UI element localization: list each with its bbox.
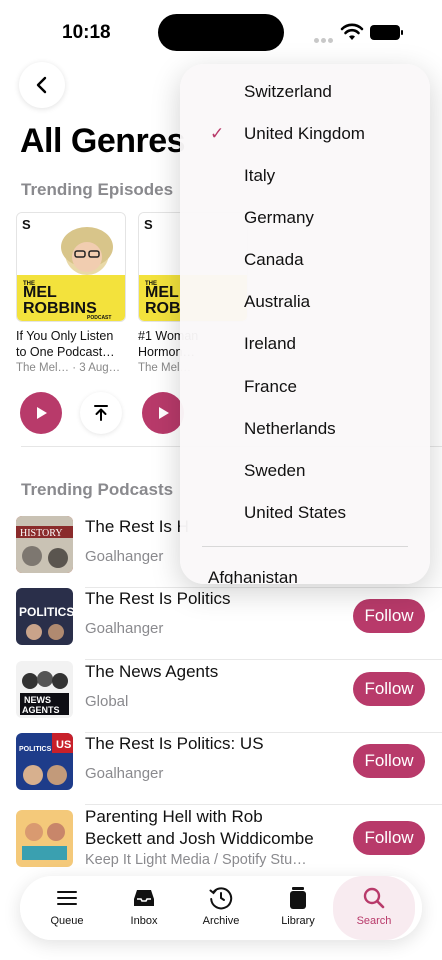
svg-text:POLITICS: POLITICS [19,746,52,753]
follow-button[interactable]: Follow [353,744,425,778]
menu-item-switzerland[interactable]: Switzerland [180,72,430,114]
podcast-publisher: Goalhanger [85,765,164,782]
podcast-artwork: US POLITICS [16,733,73,790]
episode-title: If You Only Listen to One Podcast… [16,329,115,359]
menu-item-afghanistan[interactable]: Afghanistan [208,568,298,584]
follow-button[interactable]: Follow [353,599,425,633]
tab-library[interactable]: Library [263,876,333,940]
country-menu[interactable]: Switzerland ✓ United Kingdom Italy Germa… [180,64,430,584]
play-button[interactable] [20,392,62,434]
podcast-title: The Rest Is Politics: US [85,734,264,753]
back-button[interactable] [19,62,65,108]
page-title: All Genres [20,122,186,160]
episode-meta: The Mel… · 3 Aug… [16,362,121,374]
tab-search[interactable]: Search [333,876,415,940]
follow-button[interactable]: Follow [353,821,425,855]
menu-item-australia[interactable]: Australia [180,282,430,324]
podcast-row[interactable]: Parenting Hell with Rob Beckett and Josh… [16,806,442,876]
episode-card[interactable]: S THE MEL ROBBINS PODCAST If You Only Li… [16,212,126,374]
battery-icon [370,25,403,40]
svg-text:NEWS: NEWS [24,695,51,705]
svg-text:POLITICS: POLITICS [19,605,73,619]
svg-text:AGENTS: AGENTS [22,705,60,715]
svg-text:ROBBINS: ROBBINS [23,300,97,317]
podcast-artwork: NEWS AGENTS [16,661,73,718]
row-separator [85,804,442,805]
menu-item-united-kingdom[interactable]: ✓ United Kingdom [180,114,430,156]
search-icon [363,887,385,909]
cellular-signal-icon [314,30,335,48]
podcast-publisher: Goalhanger [85,548,164,565]
arrow-up-to-line-icon [94,405,108,421]
queue-icon [57,891,77,905]
svg-text:MEL: MEL [145,284,179,301]
menu-item-france[interactable]: France [180,367,430,409]
play-next-button[interactable] [80,392,122,434]
menu-item-canada[interactable]: Canada [180,240,430,282]
menu-item-ireland[interactable]: Ireland [180,324,430,366]
svg-text:MEL: MEL [23,284,57,301]
svg-text:PODCAST: PODCAST [87,315,111,321]
tab-inbox[interactable]: Inbox [109,876,179,940]
status-bar: 10:18 [0,0,442,64]
svg-text:HISTORY: HISTORY [20,528,63,539]
menu-item-italy[interactable]: Italy [180,156,430,198]
podcast-artwork [16,810,73,867]
menu-item-united-states[interactable]: United States [180,493,430,535]
podcast-title: The News Agents [85,662,219,681]
follow-button[interactable]: Follow [353,672,425,706]
podcast-title: The Rest Is Politics [85,589,231,608]
svg-text:US: US [56,739,71,751]
svg-text:S: S [144,217,153,232]
row-separator [85,659,442,660]
status-time: 10:18 [62,22,111,43]
podcast-publisher: Global [85,693,129,710]
menu-item-sweden[interactable]: Sweden [180,451,430,493]
podcast-row[interactable]: US POLITICS The Rest Is Politics: US Goa… [16,733,442,805]
archive-icon [209,887,233,910]
menu-separator [202,546,408,547]
trending-podcasts-heading: Trending Podcasts [21,480,174,499]
podcast-title: The Rest Is H [85,517,189,536]
tab-bar: Queue Inbox Archive Library Search [20,876,422,940]
menu-item-netherlands[interactable]: Netherlands [180,409,430,451]
checkmark-icon: ✓ [210,124,225,143]
tab-queue[interactable]: Queue [32,876,102,940]
svg-text:ROB: ROB [145,300,181,317]
podcast-artwork: POLITICS [16,588,73,645]
play-icon [159,407,169,419]
play-button[interactable] [142,392,184,434]
dynamic-island [158,14,284,51]
trending-episodes-heading: Trending Episodes [21,180,174,199]
tab-archive[interactable]: Archive [186,876,256,940]
play-icon [37,407,47,419]
library-icon [290,887,306,909]
podcast-title-line-2: Beckett and Josh Widdicombe [85,829,314,848]
menu-item-germany[interactable]: Germany [180,198,430,240]
inbox-icon [134,890,154,906]
wifi-icon [340,23,364,40]
podcast-publisher: Goalhanger [85,620,164,637]
podcast-artwork: HISTORY [16,516,73,573]
chevron-left-icon [36,76,47,94]
episode-artwork: S THE MEL ROBBINS PODCAST [16,212,126,322]
podcast-row[interactable]: NEWS AGENTS The News Agents Global Follo… [16,661,442,733]
podcast-row[interactable]: POLITICS The Rest Is Politics Goalhanger… [16,588,442,660]
podcast-title-line-1: Parenting Hell with Rob [85,807,263,826]
podcast-publisher: Keep It Light Media / Spotify Stu… [85,852,307,868]
svg-text:S: S [22,217,31,232]
